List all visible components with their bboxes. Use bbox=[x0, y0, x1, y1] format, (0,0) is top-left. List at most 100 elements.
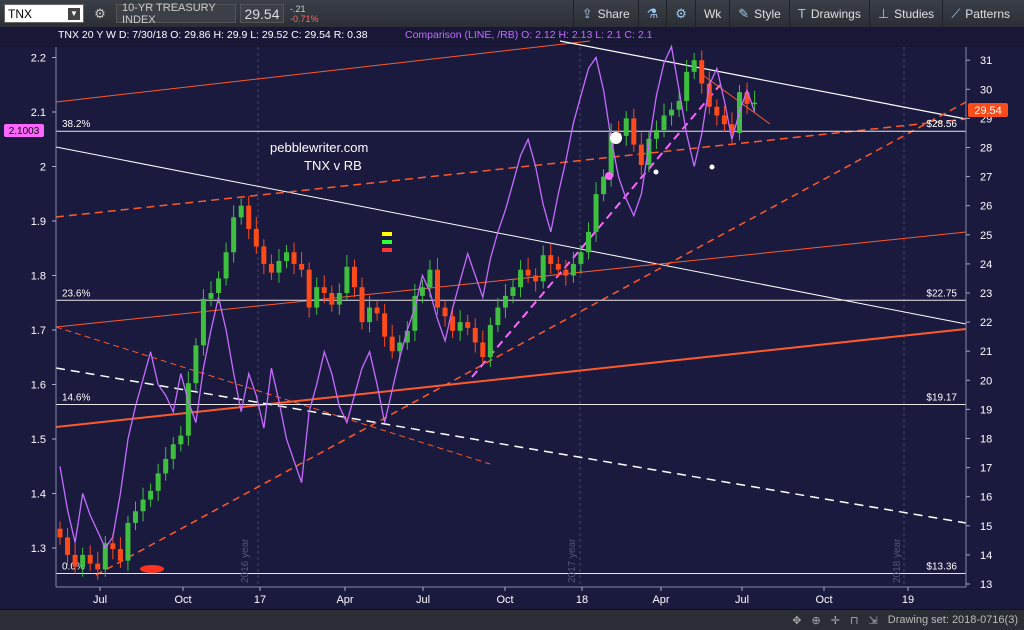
x-axis-tick-label: 17 bbox=[254, 594, 266, 606]
subtitle-annotation: TNX v RB bbox=[304, 158, 362, 173]
candle-body bbox=[540, 255, 546, 282]
candle-body bbox=[578, 252, 584, 264]
gear-icon[interactable]: ⚙ bbox=[92, 6, 108, 22]
candle-body bbox=[525, 269, 531, 276]
x-axis-tick-label: Apr bbox=[652, 594, 669, 606]
right-axis-tick-label: 15 bbox=[980, 521, 992, 533]
share-button[interactable]: ⇪ Share bbox=[572, 0, 638, 27]
candle-body bbox=[669, 109, 675, 116]
pivot-dot-1 bbox=[653, 169, 659, 175]
left-axis-tick-label: 1.6 bbox=[31, 380, 46, 392]
flask-button[interactable]: ⚗ bbox=[637, 0, 667, 27]
crosshair-icon[interactable]: ✛ bbox=[831, 614, 840, 627]
candle-body bbox=[518, 269, 524, 288]
year-marker-2017: 2017 year bbox=[567, 538, 578, 583]
candle-body bbox=[684, 71, 690, 101]
last-price: 29.54 bbox=[240, 4, 284, 23]
candle-body bbox=[721, 115, 727, 125]
rb-price-marker-text: 2.1003 bbox=[9, 126, 40, 137]
zoom-icon[interactable]: ⊕ bbox=[812, 614, 821, 627]
drawing-set-label: Drawing set: 2018-0716(3) bbox=[887, 614, 1018, 626]
candle-body bbox=[246, 205, 252, 229]
fib-level-label: 14.6% bbox=[62, 392, 90, 403]
candle-body bbox=[359, 287, 365, 323]
pan-icon[interactable]: ✥ bbox=[792, 614, 801, 627]
patterns-label: Patterns bbox=[965, 6, 1010, 21]
share-icon: ⇪ bbox=[581, 5, 593, 21]
candle-body bbox=[95, 563, 101, 570]
right-axis-tick-label: 30 bbox=[980, 84, 992, 96]
candle-body bbox=[593, 194, 599, 232]
magnet-icon[interactable]: ⊓ bbox=[850, 614, 859, 627]
style-icon: ✎ bbox=[738, 5, 750, 21]
x-axis-tick-label: 18 bbox=[576, 594, 588, 606]
left-axis-tick-label: 1.3 bbox=[31, 543, 46, 555]
candle-body bbox=[72, 554, 78, 567]
fib-level-label: 23.6% bbox=[62, 288, 90, 299]
fib-level-price: $13.36 bbox=[926, 562, 957, 573]
fib-level-price: $28.56 bbox=[926, 119, 957, 130]
candle-body bbox=[178, 435, 184, 445]
candle-body bbox=[419, 287, 425, 296]
style-label: Style bbox=[754, 6, 781, 21]
candle-body bbox=[80, 554, 86, 567]
candle-body bbox=[495, 307, 501, 326]
candle-body bbox=[148, 490, 154, 500]
price-chart[interactable]: TNX 20 Y W D: 7/30/18 O: 29.86 H: 29.9 L… bbox=[0, 27, 1024, 609]
chevron-down-icon[interactable]: ▼ bbox=[68, 7, 80, 20]
year-marker-2018: 2018 year bbox=[892, 538, 903, 583]
patterns-button[interactable]: ⟋ Patterns bbox=[942, 0, 1018, 27]
right-axis-tick-label: 22 bbox=[980, 317, 992, 329]
candle-body bbox=[601, 176, 607, 195]
right-axis-tick-label: 27 bbox=[980, 172, 992, 184]
year-marker-2016: 2016 year bbox=[240, 538, 251, 583]
pivot-marker-magenta bbox=[605, 172, 613, 180]
candle-body bbox=[117, 549, 123, 561]
candle-body bbox=[638, 144, 644, 165]
right-axis-tick-label: 19 bbox=[980, 404, 992, 416]
fit-icon[interactable]: ⇲ bbox=[869, 614, 878, 627]
candle-body bbox=[57, 528, 63, 538]
right-axis-tick-label: 25 bbox=[980, 230, 992, 242]
chart-area[interactable]: TNX 20 Y W D: 7/30/18 O: 29.86 H: 29.9 L… bbox=[0, 27, 1024, 609]
chart-background bbox=[0, 27, 1024, 609]
candle-body bbox=[752, 102, 758, 105]
candle-body bbox=[631, 118, 637, 145]
gear-icon: ⚙ bbox=[675, 5, 687, 21]
fib-level-price: $19.17 bbox=[926, 392, 957, 403]
period-button[interactable]: Wk bbox=[694, 0, 729, 27]
candle-body bbox=[548, 255, 554, 264]
candle-body bbox=[427, 269, 433, 288]
right-axis-tick-label: 31 bbox=[980, 55, 992, 67]
settings-button[interactable]: ⚙ bbox=[666, 0, 695, 27]
candle-body bbox=[284, 252, 289, 261]
style-button[interactable]: ✎ Style bbox=[729, 0, 789, 27]
candle-body bbox=[367, 307, 373, 323]
candle-body bbox=[691, 60, 697, 72]
right-axis-tick-label: 17 bbox=[980, 463, 992, 475]
candle-body bbox=[133, 511, 138, 523]
candle-body bbox=[268, 263, 274, 273]
candle-body bbox=[276, 260, 282, 273]
right-axis-tick-label: 26 bbox=[980, 201, 992, 213]
x-axis-tick-label: Jul bbox=[416, 594, 430, 606]
left-axis-tick-label: 1.8 bbox=[31, 271, 46, 283]
symbol-description: 10-YR TREASURY INDEX bbox=[116, 2, 236, 26]
candle-body bbox=[487, 325, 493, 358]
patterns-icon: ⟋ bbox=[951, 5, 961, 21]
studies-icon: ⊥ bbox=[877, 5, 890, 21]
symbol-text: TNX bbox=[8, 6, 32, 21]
right-axis-tick-label: 24 bbox=[980, 259, 992, 271]
symbol-input[interactable]: TNX ▼ bbox=[4, 4, 84, 23]
x-axis-tick-label: Oct bbox=[815, 594, 832, 606]
candle-body bbox=[238, 205, 244, 218]
left-axis-tick-label: 1.5 bbox=[31, 434, 46, 446]
studies-button[interactable]: ⊥ Studies bbox=[868, 0, 942, 27]
candle-body bbox=[87, 554, 93, 564]
period-label: Wk bbox=[703, 6, 722, 21]
candle-body bbox=[344, 266, 350, 293]
price-change: -.21 -0.71% bbox=[290, 4, 319, 24]
fib-level-label: 38.2% bbox=[62, 119, 90, 130]
drawings-button[interactable]: T Drawings bbox=[788, 0, 869, 27]
candle-body bbox=[465, 322, 471, 328]
